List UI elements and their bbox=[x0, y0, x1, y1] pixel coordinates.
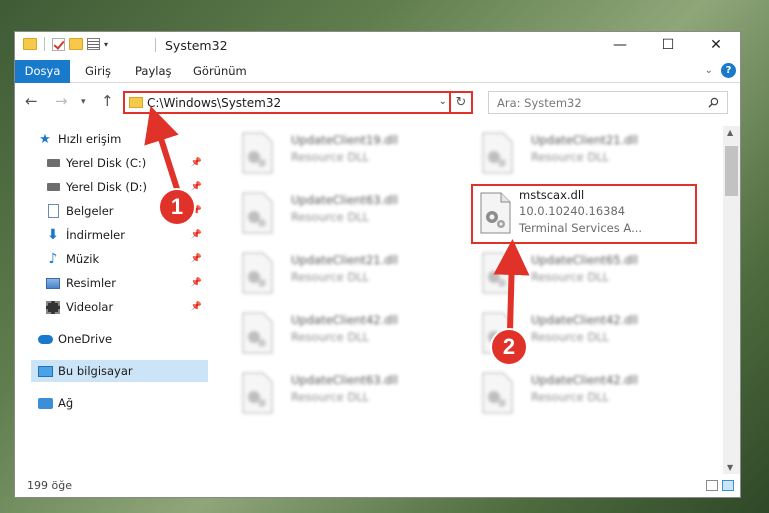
arrow-2 bbox=[493, 239, 530, 331]
annotation-arrows bbox=[144, 105, 530, 331]
step-marker-2: 2 bbox=[490, 328, 528, 366]
step-marker-1: 1 bbox=[158, 188, 196, 226]
arrow-1 bbox=[144, 105, 181, 193]
